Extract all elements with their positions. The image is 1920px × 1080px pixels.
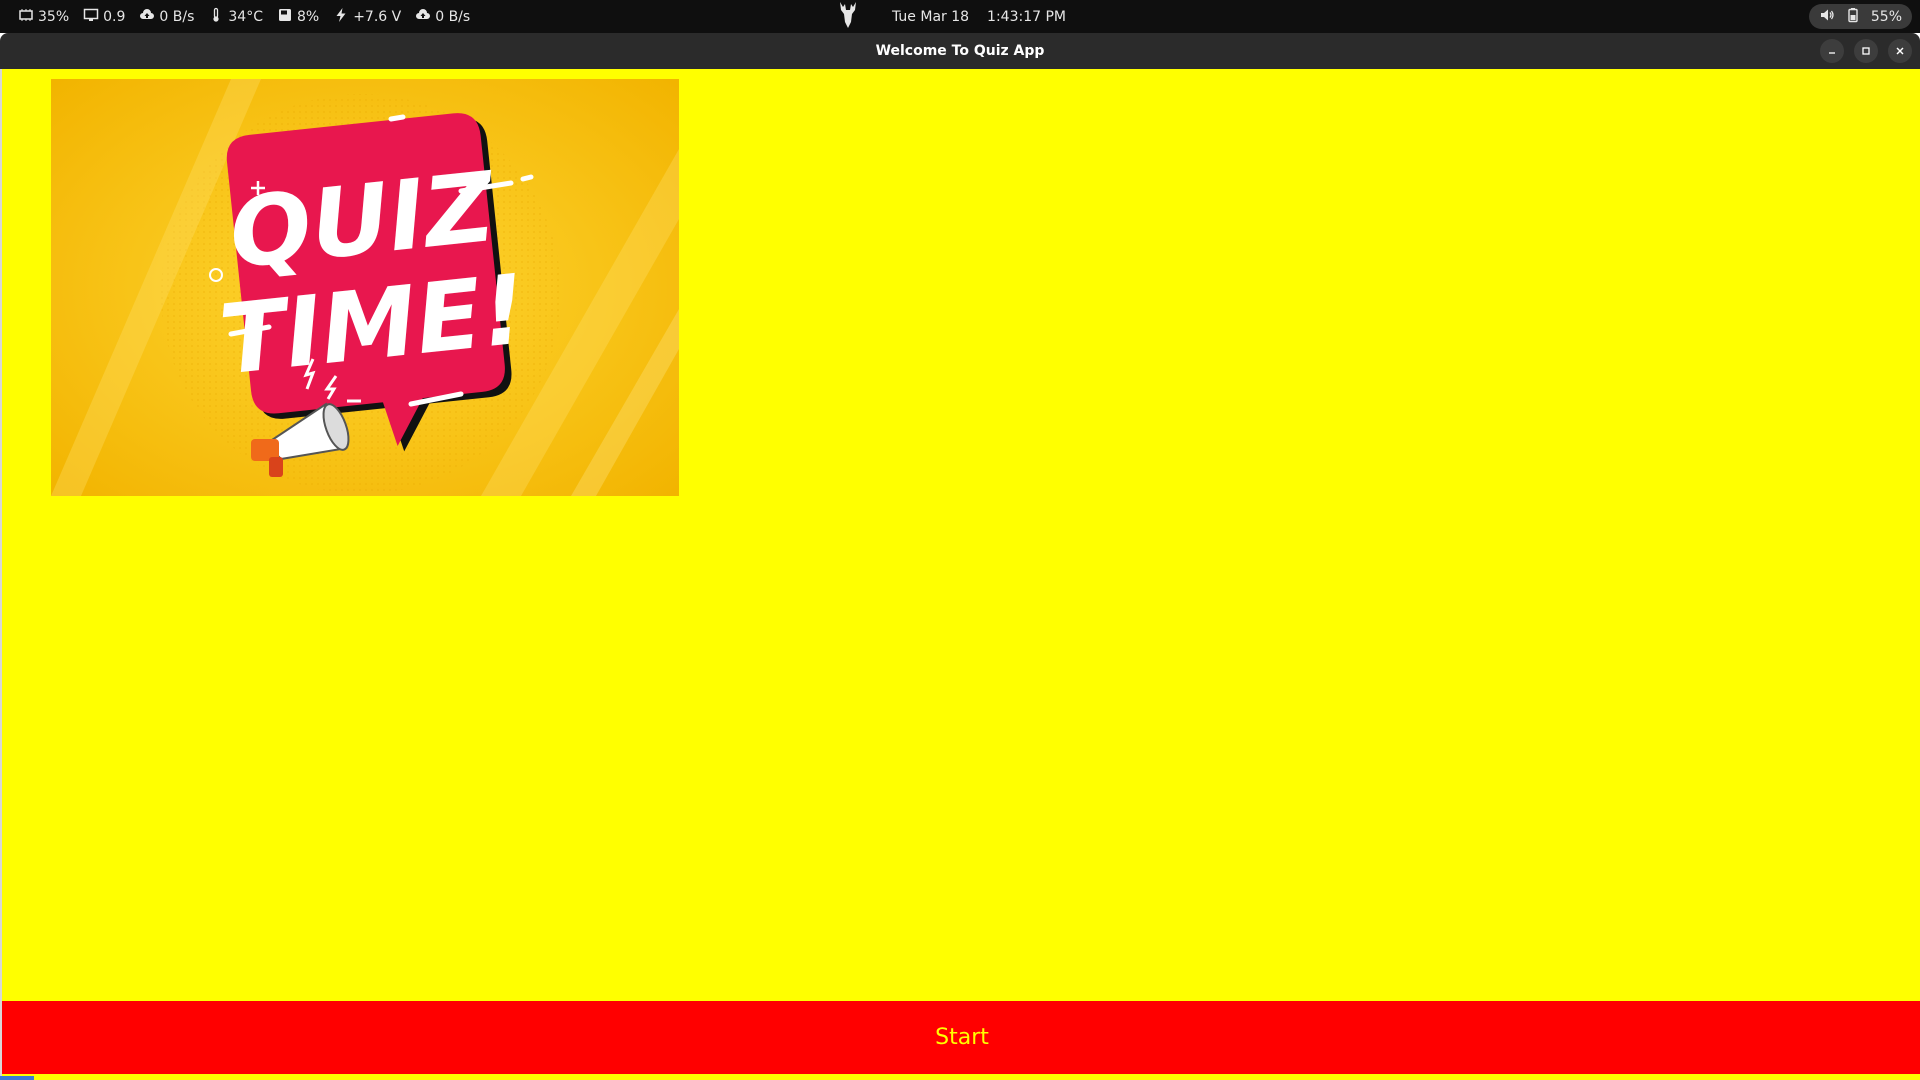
battery-icon[interactable] xyxy=(1845,7,1861,27)
cpu-value: 35% xyxy=(38,8,70,25)
maximize-button[interactable] xyxy=(1854,39,1878,63)
window-title-bar[interactable]: Welcome To Quiz App xyxy=(0,33,1920,69)
load-indicator[interactable]: 0.9 xyxy=(83,7,125,27)
volume-icon[interactable] xyxy=(1819,7,1835,27)
system-tray[interactable]: 55% xyxy=(1808,4,1912,29)
bolt-icon xyxy=(333,7,349,27)
quiz-time-illustration: QUIZ TIME! xyxy=(51,79,679,496)
monitor-icon xyxy=(83,7,99,27)
time-label: 1:43:17 PM xyxy=(987,8,1066,25)
cpu-icon xyxy=(18,7,34,27)
temperature-value: 34°C xyxy=(228,8,263,25)
download-indicator[interactable]: 0 B/s xyxy=(415,7,470,27)
minimize-icon xyxy=(1829,52,1835,54)
download-value: 0 B/s xyxy=(435,8,471,25)
disk-value: 8% xyxy=(296,8,320,25)
window-title: Welcome To Quiz App xyxy=(875,43,1045,59)
taskbar-accent xyxy=(0,1076,34,1080)
app-content: QUIZ TIME! Start xyxy=(0,69,1920,1080)
battery-value: 55% xyxy=(1870,8,1902,25)
window-controls xyxy=(1820,39,1912,63)
upload-indicator[interactable]: 0 B/s xyxy=(139,7,194,27)
date-label: Tue Mar 18 xyxy=(892,8,970,25)
distro-logo-icon[interactable] xyxy=(836,0,860,34)
download-icon xyxy=(415,7,431,27)
clock-area[interactable]: Tue Mar 18 1:43:17 PM xyxy=(836,0,1066,33)
voltage-indicator[interactable]: +7.6 V xyxy=(333,7,401,27)
system-top-bar: 35% 0.9 0 B/s 34°C 8% +7.6 V 0 B/s Tue M… xyxy=(0,0,1920,33)
maximize-icon xyxy=(1862,47,1870,55)
start-button[interactable]: Start xyxy=(2,1001,1920,1074)
voltage-value: +7.6 V xyxy=(353,8,402,25)
close-button[interactable] xyxy=(1888,39,1912,63)
upload-icon xyxy=(139,7,155,27)
disk-icon xyxy=(277,7,293,27)
disk-indicator[interactable]: 8% xyxy=(277,7,319,27)
cpu-indicator[interactable]: 35% xyxy=(18,7,69,27)
upload-value: 0 B/s xyxy=(159,8,195,25)
temperature-indicator[interactable]: 34°C xyxy=(208,7,263,27)
minimize-button[interactable] xyxy=(1820,39,1844,63)
close-icon xyxy=(1896,47,1904,55)
quiz-time-banner: QUIZ TIME! xyxy=(51,79,679,496)
load-value: 0.9 xyxy=(103,8,126,25)
system-indicators: 35% 0.9 0 B/s 34°C 8% +7.6 V 0 B/s xyxy=(18,0,470,33)
thermometer-icon xyxy=(208,7,224,27)
